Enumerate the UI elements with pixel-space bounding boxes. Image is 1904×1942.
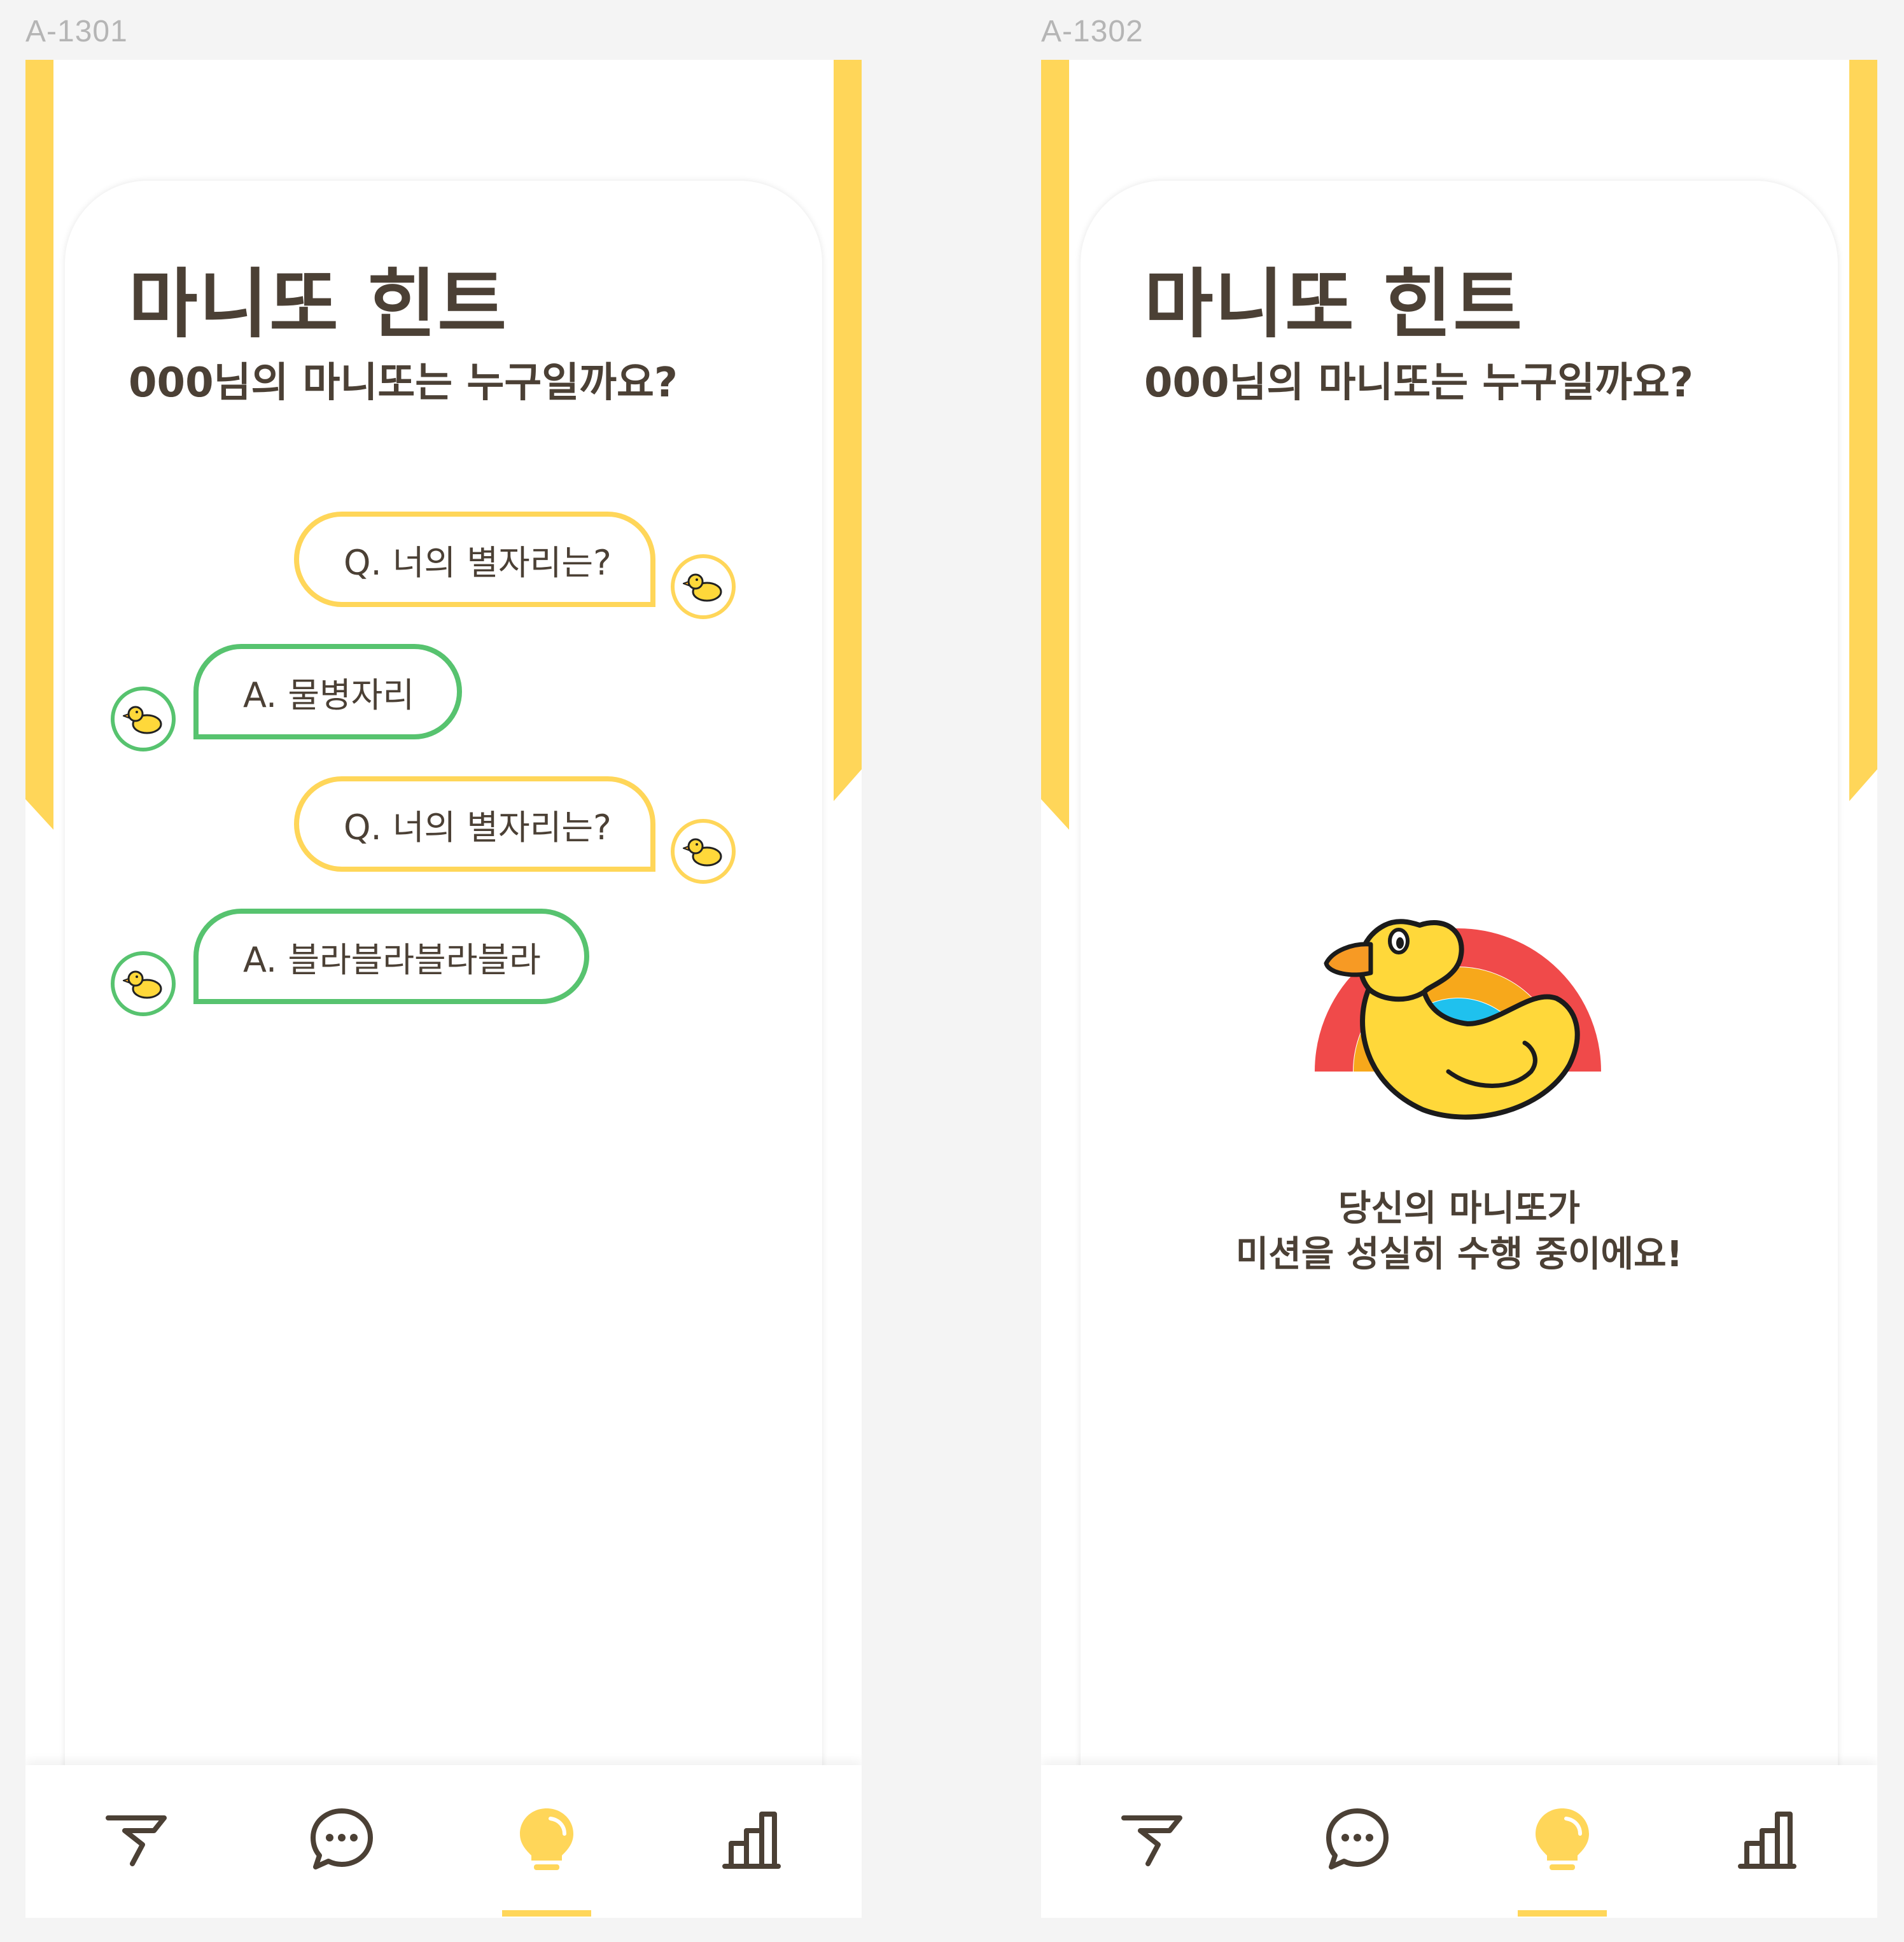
chat-icon (1326, 1808, 1389, 1869)
avatar (671, 819, 736, 884)
tab-ranking[interactable] (704, 1792, 799, 1887)
frame-label: A-1302 (1041, 15, 1144, 48)
flag-icon (106, 1815, 167, 1866)
tab-chat[interactable] (1310, 1792, 1405, 1887)
bar-chart-icon (1738, 1812, 1796, 1869)
answer-text: A. 블라블라블라블라 (243, 939, 541, 980)
avatar (111, 951, 176, 1016)
bar-chart-icon (722, 1812, 781, 1869)
duck-icon (683, 838, 722, 867)
bottom-tab-bar (1041, 1765, 1877, 1918)
page-title: 마니또 힌트 (1144, 260, 1523, 348)
answer-bubble: A. 물병자리 (193, 644, 462, 739)
hint-waiting-screen: 마니또 힌트 000님의 마니또는 누구일까요? 당신의 마니또가 미션을 성실… (1041, 60, 1877, 1918)
question-text: Q. 너의 별자리는? (344, 807, 612, 848)
lightbulb-icon (1536, 1808, 1589, 1870)
tab-mission[interactable] (89, 1792, 185, 1887)
tab-hint[interactable] (1515, 1792, 1610, 1887)
status-message-line2: 미션을 성실히 수행 중이에요! (1235, 1234, 1683, 1275)
page-subtitle: 000님의 마니또는 누구일까요? (1144, 360, 1693, 407)
answer-bubble: A. 블라블라블라블라 (193, 909, 589, 1004)
content-card (65, 181, 822, 1848)
tab-ranking[interactable] (1719, 1792, 1815, 1887)
tab-mission[interactable] (1105, 1792, 1200, 1887)
page-subtitle: 000님의 마니또는 누구일까요? (129, 360, 678, 407)
tab-chat[interactable] (294, 1792, 389, 1887)
status-message-line1: 당신의 마니또가 (1338, 1188, 1581, 1229)
duck-icon (123, 706, 162, 734)
active-tab-indicator (1518, 1910, 1607, 1917)
active-tab-indicator (502, 1910, 591, 1917)
duck-icon (683, 573, 722, 602)
hint-chat-screen: 마니또 힌트 000님의 마니또는 누구일까요? Q. 너의 별자리는? A. … (25, 60, 862, 1918)
question-bubble: Q. 너의 별자리는? (294, 512, 655, 607)
page-title: 마니또 힌트 (129, 260, 508, 348)
answer-text: A. 물병자리 (243, 674, 415, 715)
duck-rainbow-illustration (1315, 919, 1601, 1120)
avatar (671, 554, 736, 619)
chat-icon (311, 1808, 373, 1869)
bottom-tab-bar (25, 1765, 862, 1918)
question-text: Q. 너의 별자리는? (344, 542, 612, 583)
question-bubble: Q. 너의 별자리는? (294, 776, 655, 872)
duck-icon (123, 970, 162, 999)
flag-icon (1121, 1815, 1182, 1866)
tab-hint[interactable] (499, 1792, 594, 1887)
frame-label: A-1301 (25, 15, 128, 48)
avatar (111, 687, 176, 751)
lightbulb-icon (520, 1808, 573, 1870)
